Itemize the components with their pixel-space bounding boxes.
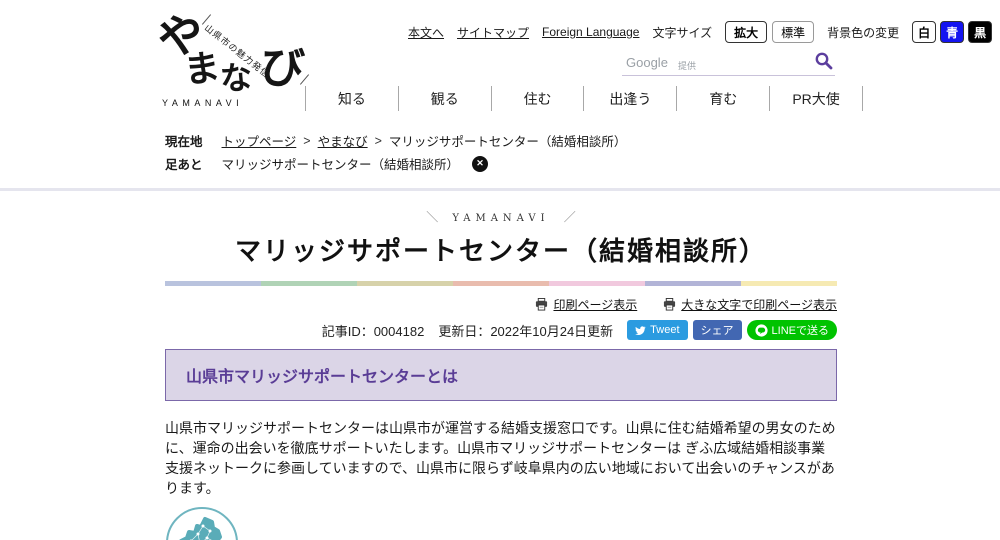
breadcrumb-current: マリッジサポートセンター（結婚相談所） bbox=[388, 135, 627, 149]
font-size-label: 文字サイズ bbox=[652, 25, 713, 40]
tweet-label: Tweet bbox=[650, 324, 680, 336]
footprint-close-button[interactable]: ✕ bbox=[472, 155, 489, 172]
header-divider bbox=[0, 188, 1000, 191]
article-content: ＼ YAMANAVI ／ マリッジサポートセンター（結婚相談所） 印刷ページ表示… bbox=[165, 200, 837, 540]
section-heading: 山県市マリッジサポートセンターとは bbox=[165, 349, 837, 401]
font-size-buttons: 拡大 標準 bbox=[725, 21, 815, 43]
breadcrumb-label: 現在地 bbox=[165, 135, 203, 149]
article-updated: 更新日：2022年10月24日更新 bbox=[438, 323, 614, 339]
printer-icon bbox=[664, 298, 676, 311]
font-size-standard-button[interactable]: 標準 bbox=[772, 21, 815, 43]
nav-item-sumu[interactable]: 住む bbox=[490, 86, 584, 111]
nav-item-pr-taishi[interactable]: PR大使 bbox=[769, 86, 862, 111]
bg-color-buttons: 白 青 黒 bbox=[912, 21, 993, 43]
search-watermark-brand: Google bbox=[626, 55, 668, 70]
print-large-link[interactable]: 大きな文字で印刷ページ表示 bbox=[663, 296, 837, 313]
title-kicker: ＼ YAMANAVI ／ bbox=[165, 208, 837, 225]
body-paragraph: 山県市マリッジサポートセンターは山県市が運営する結婚支援窓口です。山県に住む結婚… bbox=[165, 420, 836, 496]
bg-color-label: 背景色の変更 bbox=[827, 25, 900, 40]
line-icon bbox=[754, 323, 768, 337]
printer-icon bbox=[536, 298, 548, 311]
share-buttons: Tweet シェア LINEで送る bbox=[627, 320, 837, 340]
site-logo[interactable]: 山県市の魅力発信 や ま な び YAMANAVI bbox=[151, 4, 310, 109]
footprint-item: マリッジサポートセンター（結婚相談所） bbox=[221, 158, 460, 172]
logo-char-bi: び bbox=[257, 41, 307, 96]
logo-char-na: な bbox=[219, 58, 253, 98]
bg-white-button[interactable]: 白 bbox=[912, 21, 937, 43]
search-watermark-provided: 提供 bbox=[678, 61, 697, 71]
footprint-bar: 足あと マリッジサポートセンター（結婚相談所） ✕ bbox=[165, 154, 489, 173]
bg-blue-button[interactable]: 青 bbox=[940, 21, 965, 43]
foreign-language-link[interactable]: Foreign Language bbox=[542, 25, 639, 39]
rainbow-segment bbox=[165, 281, 261, 286]
main-nav: 知る 観る 住む 出逢う 育む PR大使 bbox=[305, 86, 863, 111]
print-page-link[interactable]: 印刷ページ表示 bbox=[535, 296, 637, 313]
article-id: 記事ID：0004182 bbox=[321, 323, 425, 339]
nav-item-shiru[interactable]: 知る bbox=[305, 86, 398, 111]
kicker-left-slash: ＼ bbox=[426, 210, 439, 224]
line-share-button[interactable]: LINEで送る bbox=[746, 320, 837, 340]
line-share-label: LINEで送る bbox=[771, 325, 829, 337]
page-title: マリッジサポートセンター（結婚相談所） bbox=[234, 237, 767, 267]
search-button[interactable] bbox=[813, 51, 835, 73]
facebook-share-button[interactable]: シェア bbox=[692, 320, 742, 340]
sitemap-link[interactable]: サイトマップ bbox=[457, 24, 529, 41]
breadcrumb-link-top[interactable]: トップページ bbox=[222, 131, 297, 150]
kicker-text: YAMANAVI bbox=[452, 213, 550, 224]
rainbow-segment bbox=[357, 281, 453, 286]
search-icon bbox=[815, 52, 833, 70]
nav-item-deau[interactable]: 出逢う bbox=[583, 86, 676, 111]
rainbow-segment bbox=[741, 281, 837, 286]
logo-char-ma: ま bbox=[181, 45, 223, 93]
rainbow-segment bbox=[261, 281, 357, 286]
breadcrumb-separator: > bbox=[303, 133, 311, 148]
rainbow-segment bbox=[549, 281, 645, 286]
footprint-label: 足あと bbox=[165, 158, 203, 172]
breadcrumb-separator: > bbox=[374, 133, 382, 148]
bg-black-button[interactable]: 黒 bbox=[968, 21, 993, 43]
nav-item-hagukumu[interactable]: 育む bbox=[676, 86, 769, 111]
rainbow-segment bbox=[453, 281, 549, 286]
breadcrumb: 現在地 トップページ > やまなび > マリッジサポートセンター（結婚相談所） bbox=[165, 131, 626, 150]
skip-to-content-link[interactable]: 本文へ bbox=[408, 24, 444, 41]
rainbow-divider bbox=[165, 281, 837, 286]
facebook-share-label: シェア bbox=[700, 325, 734, 337]
font-size-expand-button[interactable]: 拡大 bbox=[725, 21, 768, 43]
nav-item-miru[interactable]: 観る bbox=[397, 86, 491, 111]
print-links-row: 印刷ページ表示 大きな文字で印刷ページ表示 bbox=[165, 296, 837, 313]
twitter-bird-icon bbox=[635, 325, 646, 335]
search-input[interactable]: Google 提供 bbox=[622, 50, 835, 76]
article-meta-row: 記事ID：0004182 更新日：2022年10月24日更新 Tweet シェア bbox=[165, 320, 837, 340]
print-large-label: 大きな文字で印刷ページ表示 bbox=[681, 298, 837, 312]
page: 山県市の魅力発信 や ま な び YAMANAVI 本文へ サイトマップ For… bbox=[0, 0, 1000, 540]
tweet-button[interactable]: Tweet bbox=[627, 320, 688, 340]
kicker-right-slash: ／ bbox=[563, 210, 576, 224]
rainbow-segment bbox=[645, 281, 741, 286]
logo-romaji: YAMANAVI bbox=[162, 98, 244, 108]
gifu-network-map-icon bbox=[165, 506, 239, 540]
print-page-label: 印刷ページ表示 bbox=[553, 298, 638, 312]
breadcrumb-link-yamanavi[interactable]: やまなび bbox=[318, 131, 368, 150]
utility-nav: 本文へ サイトマップ Foreign Language 文字サイズ 拡大 標準 … bbox=[408, 21, 993, 43]
close-icon: ✕ bbox=[476, 158, 484, 168]
